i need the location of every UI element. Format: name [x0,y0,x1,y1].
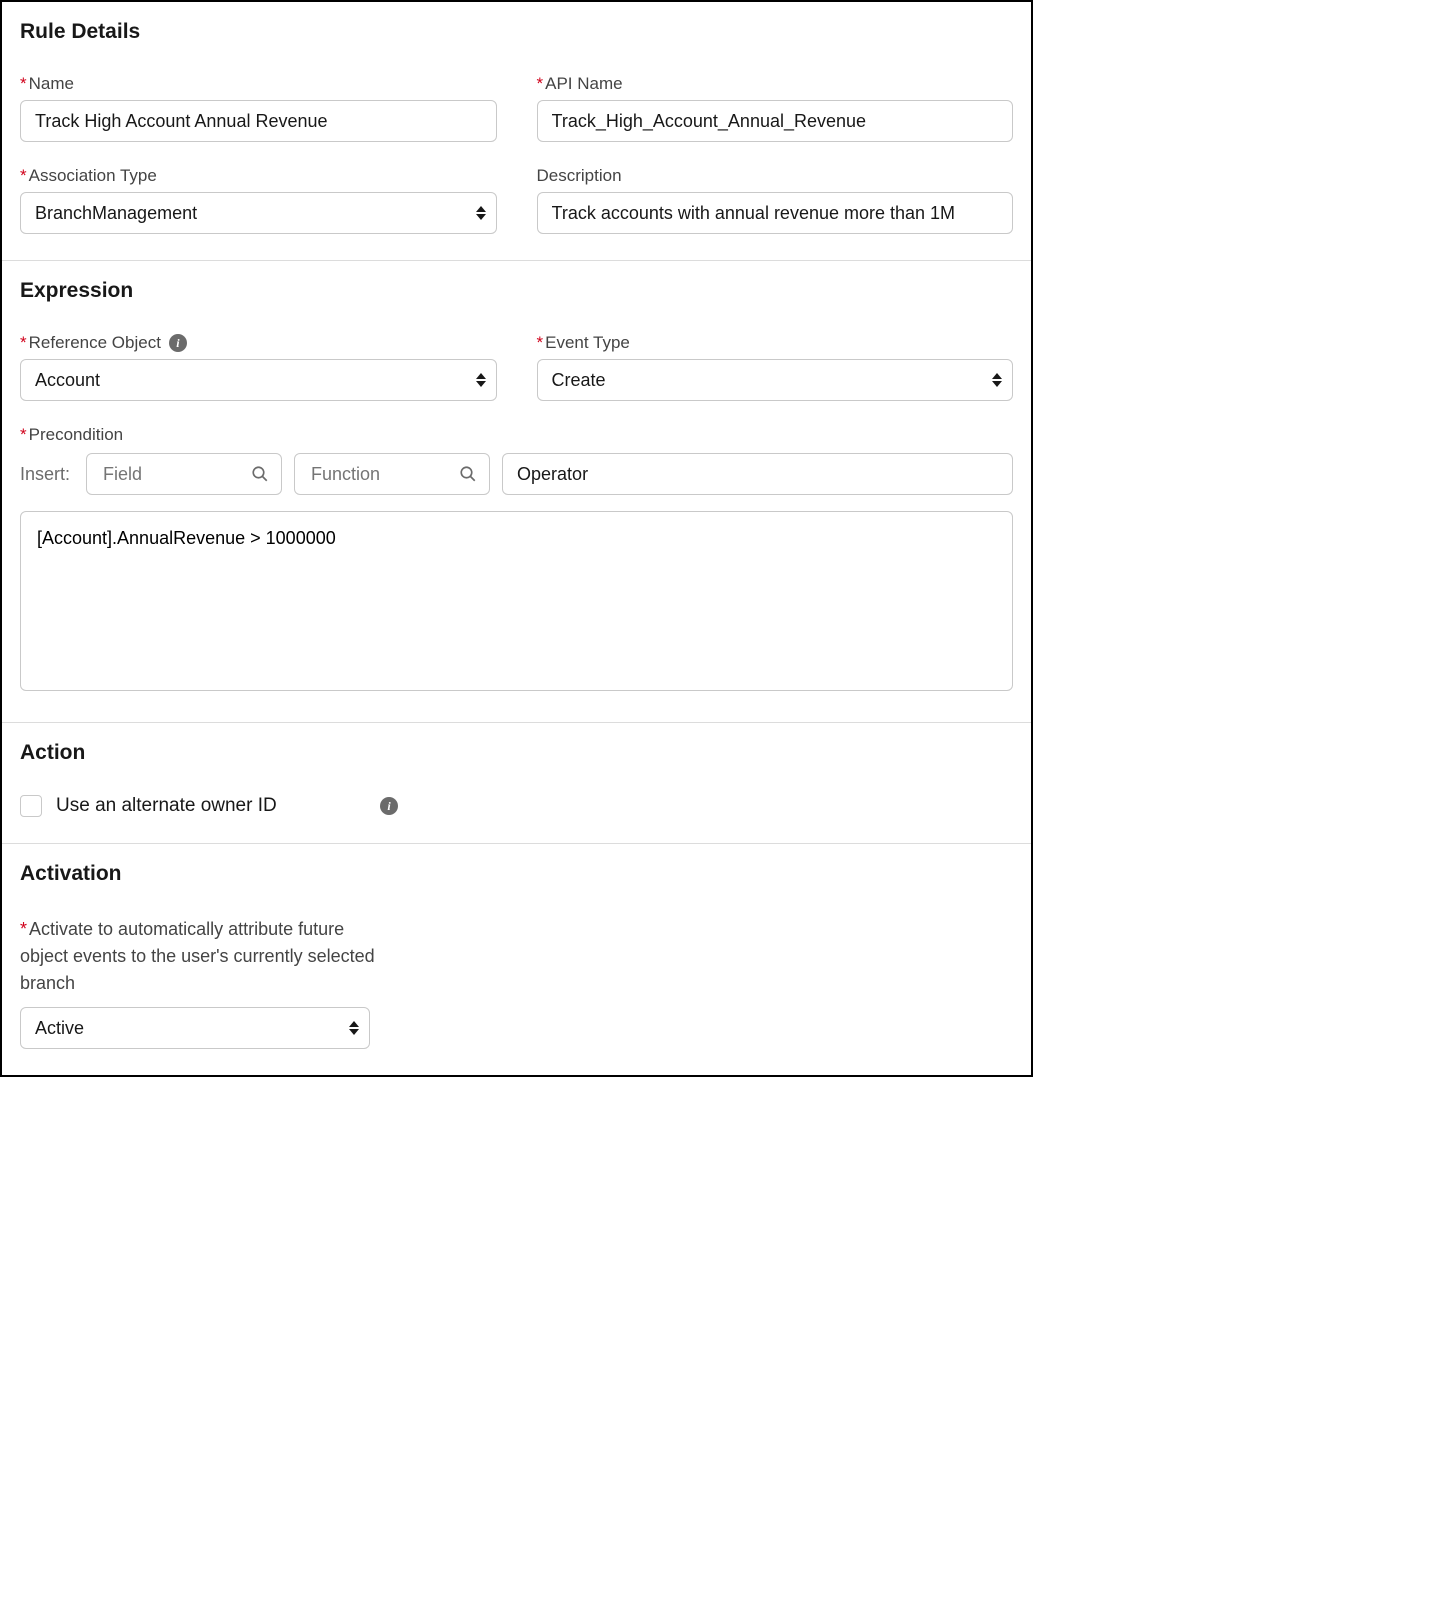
name-label: *Name [20,74,497,94]
operator-select[interactable]: Operator [502,453,1013,495]
search-icon [251,465,269,483]
select-arrows-icon [476,206,486,220]
select-arrows-icon [992,373,1002,387]
alternate-owner-row: Use an alternate owner ID i [20,795,1013,817]
reference-object-value: Account [35,370,100,391]
alternate-owner-checkbox[interactable] [20,795,42,817]
event-type-label: *Event Type [537,333,1014,353]
rule-form: Rule Details *Name *API Name *Associatio… [0,0,1033,1077]
field-description: Description [537,166,1014,234]
event-type-select[interactable]: Create [537,359,1014,401]
association-type-value: BranchManagement [35,203,197,224]
section-expression: Expression *Reference Object i Account *… [2,261,1031,723]
field-event-type: *Event Type Create [537,333,1014,401]
description-input[interactable] [537,192,1014,234]
reference-object-select[interactable]: Account [20,359,497,401]
field-precondition: *Precondition Insert: Operator [20,425,1013,696]
section-title-activation: Activation [20,862,1013,886]
description-label: Description [537,166,1014,186]
name-input[interactable] [20,100,497,142]
operator-placeholder: Operator [517,464,588,485]
field-name: *Name [20,74,497,142]
activation-select[interactable]: Active [20,1007,370,1049]
info-icon[interactable]: i [169,334,187,352]
api-name-input[interactable] [537,100,1014,142]
association-type-select[interactable]: BranchManagement [20,192,497,234]
section-title-rule-details: Rule Details [20,20,1013,44]
association-type-label: *Association Type [20,166,497,186]
insert-row: Insert: Operator [20,453,1013,495]
info-icon[interactable]: i [380,797,398,815]
field-lookup-input[interactable] [101,463,251,486]
activation-label: *Activate to automatically attribute fut… [20,916,380,997]
select-arrows-icon [476,373,486,387]
field-association-type: *Association Type BranchManagement [20,166,497,234]
section-rule-details: Rule Details *Name *API Name *Associatio… [2,2,1031,261]
function-lookup-input[interactable] [309,463,459,486]
field-lookup[interactable] [86,453,282,495]
select-arrows-icon [349,1021,359,1035]
activation-value: Active [35,1018,84,1039]
reference-object-label: *Reference Object [20,333,161,353]
alternate-owner-label: Use an alternate owner ID [56,795,366,817]
section-title-expression: Expression [20,279,1013,303]
section-title-action: Action [20,741,1013,765]
section-activation: Activation *Activate to automatically at… [2,844,1031,1075]
section-action: Action Use an alternate owner ID i [2,723,1031,844]
precondition-label: *Precondition [20,425,1013,445]
precondition-textarea[interactable] [20,511,1013,691]
field-reference-object: *Reference Object i Account [20,333,497,401]
api-name-label: *API Name [537,74,1014,94]
function-lookup[interactable] [294,453,490,495]
insert-label: Insert: [20,464,70,485]
event-type-value: Create [552,370,606,391]
search-icon [459,465,477,483]
field-api-name: *API Name [537,74,1014,142]
